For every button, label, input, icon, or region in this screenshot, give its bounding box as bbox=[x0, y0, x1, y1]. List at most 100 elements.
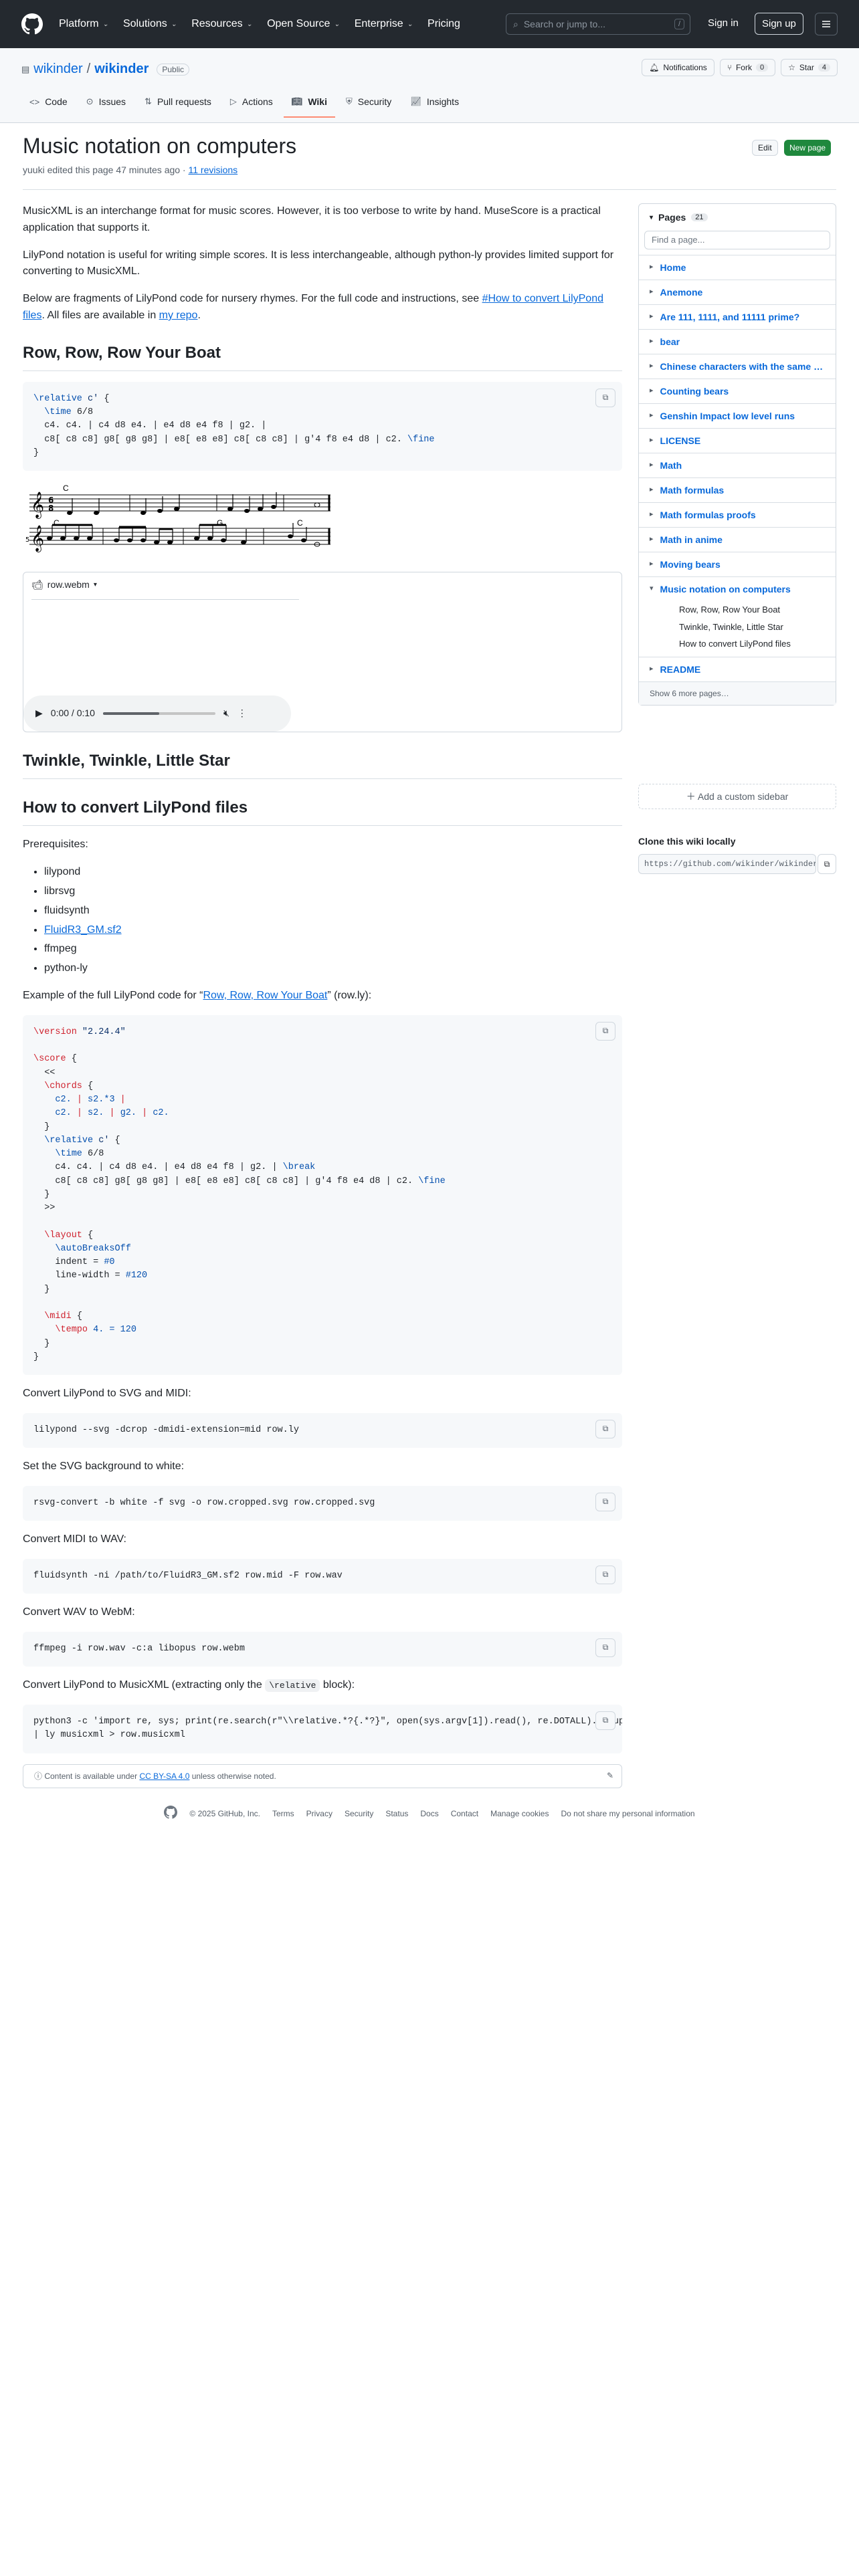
sidebar-item-page[interactable]: ▸ Home bbox=[639, 255, 836, 280]
github-logo-icon[interactable] bbox=[21, 13, 43, 35]
edit-button[interactable]: Edit bbox=[752, 140, 778, 156]
score-svg: 𝄞 𝄞 6 8 5 C C G C bbox=[25, 484, 330, 552]
fork-button[interactable]: ⑂ Fork 0 bbox=[719, 59, 776, 76]
fork-icon: ⑂ bbox=[727, 63, 732, 72]
code-icon: <> bbox=[29, 96, 40, 107]
revisions-link[interactable]: 11 revisions bbox=[189, 165, 238, 175]
pages-header[interactable]: ▾ Pages 21 bbox=[639, 204, 836, 231]
tab-actions[interactable]: ▷ Actions bbox=[222, 90, 281, 114]
menu-icon[interactable] bbox=[815, 13, 838, 35]
svg-text:8: 8 bbox=[48, 504, 54, 513]
copy-icon[interactable]: ⧉ bbox=[595, 1419, 615, 1438]
copy-icon[interactable]: ⧉ bbox=[595, 388, 615, 407]
tab-issues[interactable]: ⊙ Issues bbox=[78, 90, 134, 114]
tab-pull-requests[interactable]: ⇅ Pull requests bbox=[136, 90, 219, 114]
find-page-input[interactable]: Find a page... bbox=[644, 231, 830, 249]
nav-pricing[interactable]: Pricing bbox=[427, 18, 460, 30]
list-item: librsvg bbox=[44, 883, 622, 900]
list-item: python-ly bbox=[44, 960, 622, 977]
github-footer-logo-icon[interactable] bbox=[164, 1806, 178, 1821]
issue-icon: ⊙ bbox=[86, 96, 94, 106]
footer-link[interactable]: Security bbox=[345, 1809, 373, 1818]
license-link[interactable]: CC BY-SA 4.0 bbox=[139, 1772, 189, 1781]
repo-name-link[interactable]: wikinder bbox=[94, 62, 149, 77]
heading-row: Row, Row, Row Your Boat bbox=[23, 340, 622, 371]
paragraph: Prerequisites: bbox=[23, 839, 88, 851]
sidebar-item-page[interactable]: ▸ Are 111, 1111, and 11111 prime? bbox=[639, 304, 836, 329]
footer-link[interactable]: Manage cookies bbox=[490, 1809, 549, 1818]
tab-security[interactable]: ⛨ Security bbox=[338, 90, 399, 114]
chevron-down-icon: ▾ bbox=[650, 213, 654, 221]
page-title: Music notation on computers bbox=[23, 134, 297, 158]
footer-link[interactable]: Contact bbox=[451, 1809, 478, 1818]
sidebar-item-page[interactable]: ▸ LICENSE bbox=[639, 428, 836, 453]
add-sidebar-button[interactable]: ＋ Add a custom sidebar bbox=[638, 784, 836, 809]
heading-twinkle: Twinkle, Twinkle, Little Star bbox=[23, 748, 622, 780]
repo-owner-link[interactable]: wikinder bbox=[33, 62, 82, 77]
sidebar-item-page[interactable]: ▸ Anemone bbox=[639, 280, 836, 304]
sidebar-item-page[interactable]: ▸ Moving bears bbox=[639, 552, 836, 576]
show-more-pages[interactable]: Show 6 more pages… bbox=[639, 681, 836, 705]
sidebar-subitem[interactable]: Row, Row, Row Your Boat bbox=[639, 601, 836, 619]
video-player[interactable]: 📹︎ row.webm ▾ ▶ 0:00 / 0:10 🔇︎ ⋮ bbox=[23, 572, 622, 733]
search-input[interactable]: ⌕ Search or jump to... / bbox=[506, 13, 690, 35]
sidebar-item-page[interactable]: ▸ Math formulas bbox=[639, 477, 836, 502]
footer-link[interactable]: Docs bbox=[420, 1809, 438, 1818]
notifications-button[interactable]: 🔔︎ Notifications bbox=[642, 59, 714, 76]
star-button[interactable]: ☆ Star 4 bbox=[781, 59, 838, 76]
copy-icon[interactable]: ⧉ bbox=[595, 1711, 615, 1730]
nav-resources[interactable]: Resources ⌄ bbox=[191, 18, 252, 30]
tab-insights[interactable]: 📈︎ Insights bbox=[402, 90, 467, 114]
footer-link[interactable]: Terms bbox=[272, 1809, 294, 1818]
sidebar-item-current[interactable]: ▾ Music notation on computers bbox=[639, 576, 836, 601]
copy-icon[interactable]: ⧉ bbox=[818, 854, 836, 874]
sign-in-link[interactable]: Sign in bbox=[708, 17, 739, 29]
copy-icon[interactable]: ⧉ bbox=[595, 1638, 615, 1657]
sidebar-item-page[interactable]: ▸ Math formulas proofs bbox=[639, 502, 836, 527]
paragraph: Set the SVG background to white: bbox=[23, 1461, 185, 1473]
global-header: Platform ⌄ Solutions ⌄ Resources ⌄ Open Sou… bbox=[0, 0, 859, 48]
prereq-list: lilypond librsvg fluidsynth FluidR3_GM.s… bbox=[23, 864, 622, 977]
chevron-down-icon[interactable]: ▾ bbox=[94, 580, 97, 591]
repo-link[interactable]: my repo bbox=[159, 310, 198, 321]
sidebar-subitem[interactable]: How to convert LilyPond files bbox=[639, 635, 836, 657]
tab-wiki[interactable]: 📖︎ Wiki bbox=[283, 90, 336, 118]
play-button-icon[interactable]: ▶ bbox=[35, 706, 43, 721]
sidebar-item-page[interactable]: ▸ README bbox=[639, 656, 836, 681]
footer-link[interactable]: Do not share my personal information bbox=[561, 1809, 694, 1818]
nav-platform[interactable]: Platform ⌄ bbox=[59, 18, 108, 30]
chord-label: C bbox=[63, 484, 69, 493]
tab-code[interactable]: <> Code bbox=[21, 90, 76, 114]
sidebar-item-page[interactable]: ▸ Math in anime bbox=[639, 527, 836, 552]
code-block-row: ⧉ \relative c' { \time 6/8 c4. c4. | c4 d… bbox=[23, 381, 622, 471]
sidebar-item-page[interactable]: ▸ Math bbox=[639, 453, 836, 477]
row-anchor-link[interactable]: Row, Row, Row Your Boat bbox=[203, 990, 327, 1001]
chord-label: C bbox=[54, 518, 60, 528]
new-page-button[interactable]: New page bbox=[784, 140, 832, 156]
soundfont-link[interactable]: FluidR3_GM.sf2 bbox=[44, 924, 122, 936]
sidebar-item-page[interactable]: ▸ bear bbox=[639, 329, 836, 354]
audio-controls: ▶ 0:00 / 0:10 🔇︎ ⋮ bbox=[23, 695, 291, 732]
mute-icon[interactable]: 🔇︎ bbox=[223, 706, 229, 721]
more-options-icon[interactable]: ⋮ bbox=[237, 706, 247, 721]
bell-icon: 🔔︎ bbox=[649, 63, 660, 72]
sidebar-subitem[interactable]: Twinkle, Twinkle, Little Star bbox=[639, 619, 836, 636]
copy-icon[interactable]: ⧉ bbox=[595, 1565, 615, 1584]
shield-icon: ⛨ bbox=[345, 96, 353, 106]
pencil-icon[interactable]: ✎ bbox=[607, 1769, 613, 1782]
svg-text:𝄞: 𝄞 bbox=[31, 525, 44, 552]
sign-up-button[interactable]: Sign up bbox=[755, 13, 803, 35]
footer-link[interactable]: Status bbox=[385, 1809, 408, 1818]
video-time: 0:00 / 0:10 bbox=[50, 708, 95, 719]
nav-enterprise[interactable]: Enterprise ⌄ bbox=[355, 18, 413, 30]
copy-icon[interactable]: ⧉ bbox=[595, 1492, 615, 1511]
nav-solutions[interactable]: Solutions ⌄ bbox=[123, 18, 177, 30]
progress-slider[interactable] bbox=[102, 712, 215, 716]
nav-open-source[interactable]: Open Source ⌄ bbox=[267, 18, 340, 30]
footer-link[interactable]: Privacy bbox=[306, 1809, 332, 1818]
clone-url-input[interactable]: https://github.com/wikinder/wikinder.wik… bbox=[638, 854, 816, 874]
sidebar-item-page[interactable]: ▸Chinese characters with the same readin… bbox=[639, 354, 836, 379]
copy-icon[interactable]: ⧉ bbox=[595, 1021, 615, 1041]
sidebar-item-page[interactable]: ▸ Counting bears bbox=[639, 379, 836, 403]
sidebar-item-page[interactable]: ▸ Genshin Impact low level runs bbox=[639, 403, 836, 428]
